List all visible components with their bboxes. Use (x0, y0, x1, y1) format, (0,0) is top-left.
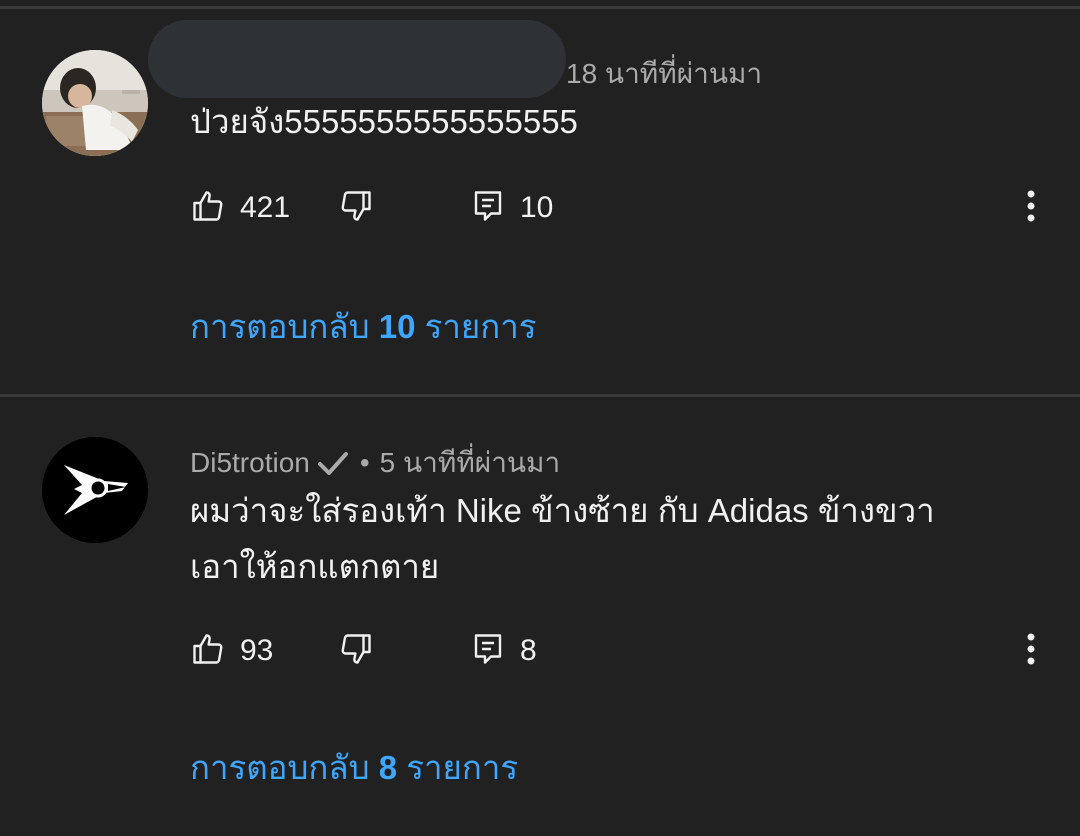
comment-meta: Di5trotion • 5 นาทีที่ผ่านมา (190, 441, 560, 485)
like-count: 93 (240, 634, 274, 667)
logo-avatar[interactable] (42, 437, 148, 543)
comment-time: 18 นาทีที่ผ่านมา (566, 58, 763, 89)
more-options-button[interactable] (1016, 629, 1046, 673)
comment-author[interactable]: Di5trotion (190, 447, 310, 479)
thumbs-down-icon (338, 631, 374, 672)
comment-text: ผมว่าจะใส่รองเท้า Nike ข้างซ้าย กับ Adid… (190, 492, 935, 585)
thumbs-down-icon (338, 188, 374, 229)
replies-suffix: รายการ (424, 308, 537, 345)
comment-item: 18 นาทีที่ผ่านมา ป่วยจัง5555555555555555… (0, 0, 1080, 394)
like-count: 421 (240, 191, 291, 224)
more-options-button[interactable] (1016, 186, 1046, 230)
reply-icon (470, 631, 506, 672)
comment-actions: 421 10 (190, 186, 1050, 230)
replies-number: 8 (378, 749, 398, 786)
user-photo-avatar[interactable] (42, 50, 148, 156)
redacted-username (148, 20, 566, 98)
more-vert-icon (1026, 632, 1036, 671)
replies-prefix: การตอบกลับ (190, 308, 370, 345)
like-button[interactable]: 93 (190, 629, 273, 673)
replies-suffix: รายการ (406, 749, 519, 786)
comment-time: 5 นาทีที่ผ่านมา (379, 447, 561, 478)
meta-separator: • (359, 447, 370, 478)
reply-icon (470, 188, 506, 229)
comment-item: Di5trotion • 5 นาทีที่ผ่านมา ผมว่าจะใส่ร… (0, 397, 1080, 836)
thumbs-up-icon (190, 631, 226, 672)
checkmark-icon (316, 448, 350, 478)
reply-button[interactable]: 8 (470, 629, 537, 673)
reply-button[interactable]: 10 (470, 186, 553, 230)
view-replies-link[interactable]: การตอบกลับ 8 รายการ (190, 741, 518, 794)
replies-number: 10 (378, 308, 416, 345)
dislike-button[interactable] (338, 629, 374, 673)
comment-meta: 18 นาทีที่ผ่านมา (566, 52, 762, 96)
like-button[interactable]: 421 (190, 186, 290, 230)
thumbs-up-icon (190, 188, 226, 229)
comment-actions: 93 8 (190, 629, 1050, 673)
more-vert-icon (1026, 189, 1036, 228)
replies-prefix: การตอบกลับ (190, 749, 370, 786)
view-replies-link[interactable]: การตอบกลับ 10 รายการ (190, 300, 536, 353)
reply-count: 10 (520, 191, 554, 224)
comment-text: ป่วยจัง5555555555555555 (190, 103, 578, 140)
reply-count: 8 (520, 634, 537, 667)
dislike-button[interactable] (338, 186, 374, 230)
